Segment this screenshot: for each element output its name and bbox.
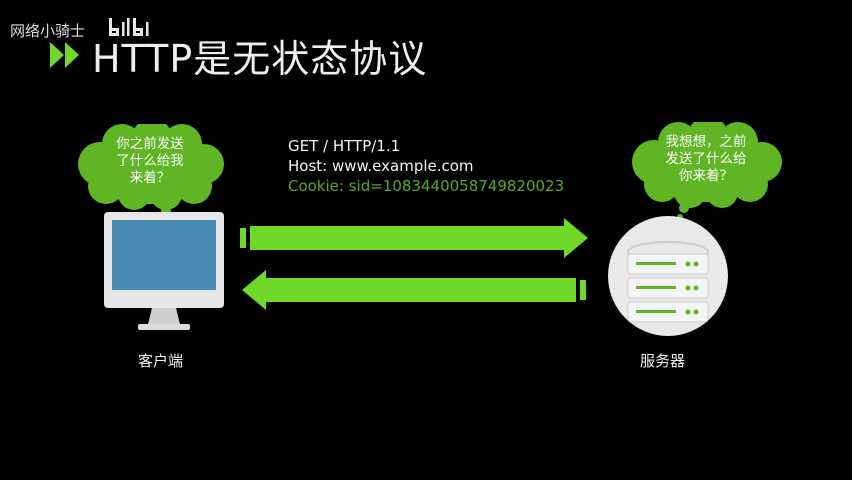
request-line: GET / HTTP/1.1 bbox=[288, 137, 401, 155]
server-speech-bubble: 我想想，之前 发送了什么给 你来着？ bbox=[626, 116, 786, 222]
watermark-text: 网络小骑士 bbox=[10, 22, 86, 40]
page-title: HTTP是无状态协议 bbox=[92, 37, 428, 81]
client-bubble-text: 你之前发送 了什么给我 来着？ bbox=[116, 136, 184, 186]
host-header: Host: www.example.com bbox=[288, 157, 474, 175]
server-bubble-text: 我想想，之前 发送了什么给 你来着？ bbox=[665, 134, 747, 184]
cookie-header: Cookie: sid=1083440058749820023 bbox=[288, 177, 565, 195]
server-icon bbox=[608, 216, 728, 336]
http-request-text: GET / HTTP/1.1 Host: www.example.com Coo… bbox=[288, 136, 564, 196]
server-label: 服务器 bbox=[640, 352, 686, 370]
client-label: 客户端 bbox=[138, 352, 184, 370]
double-chevron-right-icon bbox=[50, 42, 79, 68]
computer-monitor-icon bbox=[104, 212, 224, 330]
client-speech-bubble: 你之前发送 了什么给我 来着？ bbox=[70, 118, 230, 224]
response-arrow-left-icon bbox=[242, 270, 586, 310]
request-arrow-right-icon bbox=[240, 218, 588, 258]
